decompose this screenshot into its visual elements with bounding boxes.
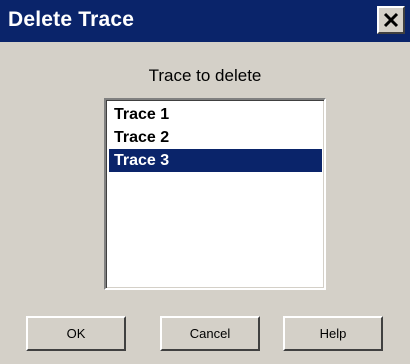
delete-trace-dialog: Delete Trace Trace to delete Trace 1 Tra…	[0, 0, 410, 364]
close-button[interactable]	[377, 6, 405, 34]
dialog-title: Delete Trace	[8, 8, 135, 31]
list-item-trace-2[interactable]: Trace 2	[109, 126, 322, 149]
title-bar[interactable]: Delete Trace	[0, 0, 410, 42]
list-item-trace-1[interactable]: Trace 1	[109, 103, 322, 126]
list-item-trace-3[interactable]: Trace 3	[109, 149, 322, 172]
ok-button[interactable]: OK	[26, 316, 126, 351]
help-button[interactable]: Help	[283, 316, 383, 351]
trace-list-label: Trace to delete	[148, 66, 262, 85]
cancel-button[interactable]: Cancel	[160, 316, 260, 351]
trace-listbox[interactable]: Trace 1 Trace 2 Trace 3	[104, 98, 326, 290]
